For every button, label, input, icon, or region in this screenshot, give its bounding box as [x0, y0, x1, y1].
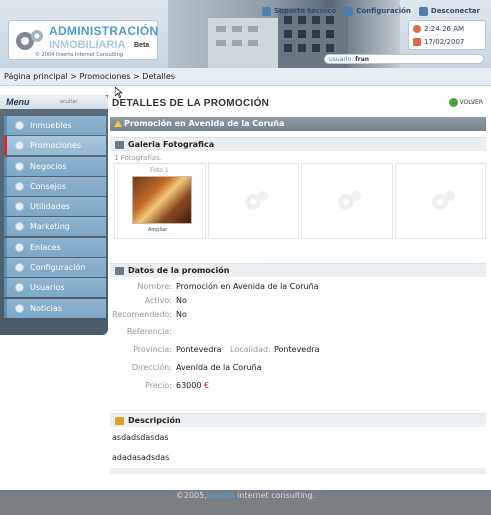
document-icon [115, 267, 124, 275]
menu-item-usuarios[interactable]: Usuarios [4, 278, 106, 298]
breadcrumb[interactable]: Página principal > Promociones > Detalle… [0, 68, 491, 86]
settings-icon [344, 6, 354, 16]
clock-row: 2:24:26 AM [413, 25, 464, 33]
advice-icon [15, 181, 24, 191]
gear-icon [15, 263, 24, 273]
placeholder-gear-icon [244, 191, 268, 210]
clock-icon [413, 25, 421, 33]
back-button[interactable]: VOLVER [448, 98, 483, 107]
menu-hide-toggle[interactable]: ocultar [60, 99, 77, 105]
links-icon [15, 242, 24, 252]
enlarge-link[interactable]: Ampliar [148, 227, 167, 233]
photo-thumbnail[interactable] [132, 176, 192, 224]
menu-title: Menu [6, 97, 30, 107]
field-nombre: Nombre: Promoción en Avenida de la Coruñ… [137, 282, 319, 291]
news-icon [15, 303, 24, 313]
top-navigation: Soporte técnico Configuración Desconecta… [262, 4, 480, 18]
placeholder-gear-icon [431, 191, 455, 210]
support-link[interactable]: Soporte técnico [262, 6, 336, 16]
photo-slot-empty [301, 163, 393, 239]
page-footer: ©2005,inserta internet consulting. [0, 490, 491, 515]
footer-brand-link[interactable]: inserta [207, 491, 235, 500]
business-icon [15, 161, 24, 171]
gallery-section-header: Galeria Fotografica [110, 137, 486, 151]
pencil-icon [115, 417, 124, 425]
settings-link[interactable]: Configuración [344, 6, 411, 16]
photo-slot-empty [207, 163, 299, 239]
field-activo: Activo: No [144, 296, 187, 305]
description-section-header: Descripción [110, 413, 486, 427]
logo-gear-icon [16, 30, 43, 50]
calendar-icon [413, 38, 421, 46]
menu-items: Inmuebles Promociones Negocios Consejos … [4, 116, 106, 319]
menu-item-configuracion[interactable]: Configuración [4, 258, 106, 278]
promotion-icon [15, 141, 24, 151]
logo-copyright: © 2004 Inserta Internet Consulting [35, 52, 123, 58]
main-content: DETALLES DE LA PROMOCIÓN VOLVER Promoció… [110, 95, 486, 490]
photo-gallery: Foto 1 Ampliar [114, 163, 486, 239]
description-line-2: adadasadsdas [112, 453, 170, 462]
menu-item-noticias[interactable]: Noticias [4, 298, 106, 318]
warning-icon [114, 120, 122, 127]
photo-slot-empty [394, 163, 486, 239]
sidebar-menu: Menu ocultar Inmuebles Promociones Negoc… [0, 95, 108, 335]
field-provincia-localidad: Provincia: Pontevedra Localidad: Ponteve… [133, 345, 320, 354]
marketing-icon [15, 222, 24, 232]
support-icon [262, 6, 271, 16]
menu-item-inmuebles[interactable]: Inmuebles [4, 116, 106, 135]
building-icon [15, 121, 24, 130]
promotion-title-bar: Promoción en Avenida de la Coruña [110, 117, 486, 131]
placeholder-gear-icon [338, 191, 361, 210]
photo-slot-1[interactable]: Foto 1 Ampliar [114, 163, 206, 239]
app-header: ADMINISTRACIÓN INMOBILIARIA Beta © 2004 … [0, 0, 491, 68]
logo-title-line2: INMOBILIARIA [49, 39, 126, 51]
tools-icon [15, 202, 24, 212]
menu-item-enlaces[interactable]: Enlaces [4, 237, 106, 257]
menu-item-promociones[interactable]: Promociones [4, 136, 106, 156]
app-logo[interactable]: ADMINISTRACIÓN INMOBILIARIA Beta © 2004 … [8, 20, 158, 60]
section-footer-bar [110, 468, 486, 474]
field-precio: Precio: 63000 € [145, 381, 210, 390]
current-date: 17/02/2007 [424, 38, 465, 46]
user-bar: usuario: fran [324, 54, 484, 64]
beta-badge: Beta [134, 42, 150, 49]
field-recomendado: Recomendado: No [112, 310, 187, 319]
field-direccion: Dirección: Avenida de la Coruña [131, 363, 262, 372]
users-icon [15, 283, 24, 293]
page-title: DETALLES DE LA PROMOCIÓN [112, 98, 270, 109]
date-row: 17/02/2007 [413, 38, 464, 46]
description-line-1: asdadsdasdas [112, 433, 169, 442]
logo-title-line1: ADMINISTRACIÓN [49, 24, 159, 38]
menu-item-utilidades[interactable]: Utilidades [4, 197, 106, 217]
current-time: 2:24:26 AM [424, 25, 465, 33]
menu-item-marketing[interactable]: Marketing [4, 217, 106, 237]
logout-link[interactable]: Desconectar [418, 6, 480, 16]
logout-icon [418, 6, 428, 16]
datetime-box: 2:24:26 AM 17/02/2007 [408, 20, 486, 50]
menu-item-negocios[interactable]: Negocios [4, 156, 106, 176]
currency-symbol: € [204, 381, 210, 390]
menu-header: Menu ocultar [0, 95, 108, 109]
back-arrow-icon [448, 98, 458, 107]
camera-icon [115, 141, 124, 149]
price-value: 63000 [176, 381, 202, 390]
photo-label: Foto 1 [150, 167, 169, 174]
username: fran [355, 56, 370, 63]
menu-item-consejos[interactable]: Consejos [4, 176, 106, 196]
field-referencia: Referencia: [126, 327, 172, 336]
photo-count: 1 Fotografías. [114, 154, 162, 162]
details-section-header: Datos de la promoción [110, 263, 486, 277]
